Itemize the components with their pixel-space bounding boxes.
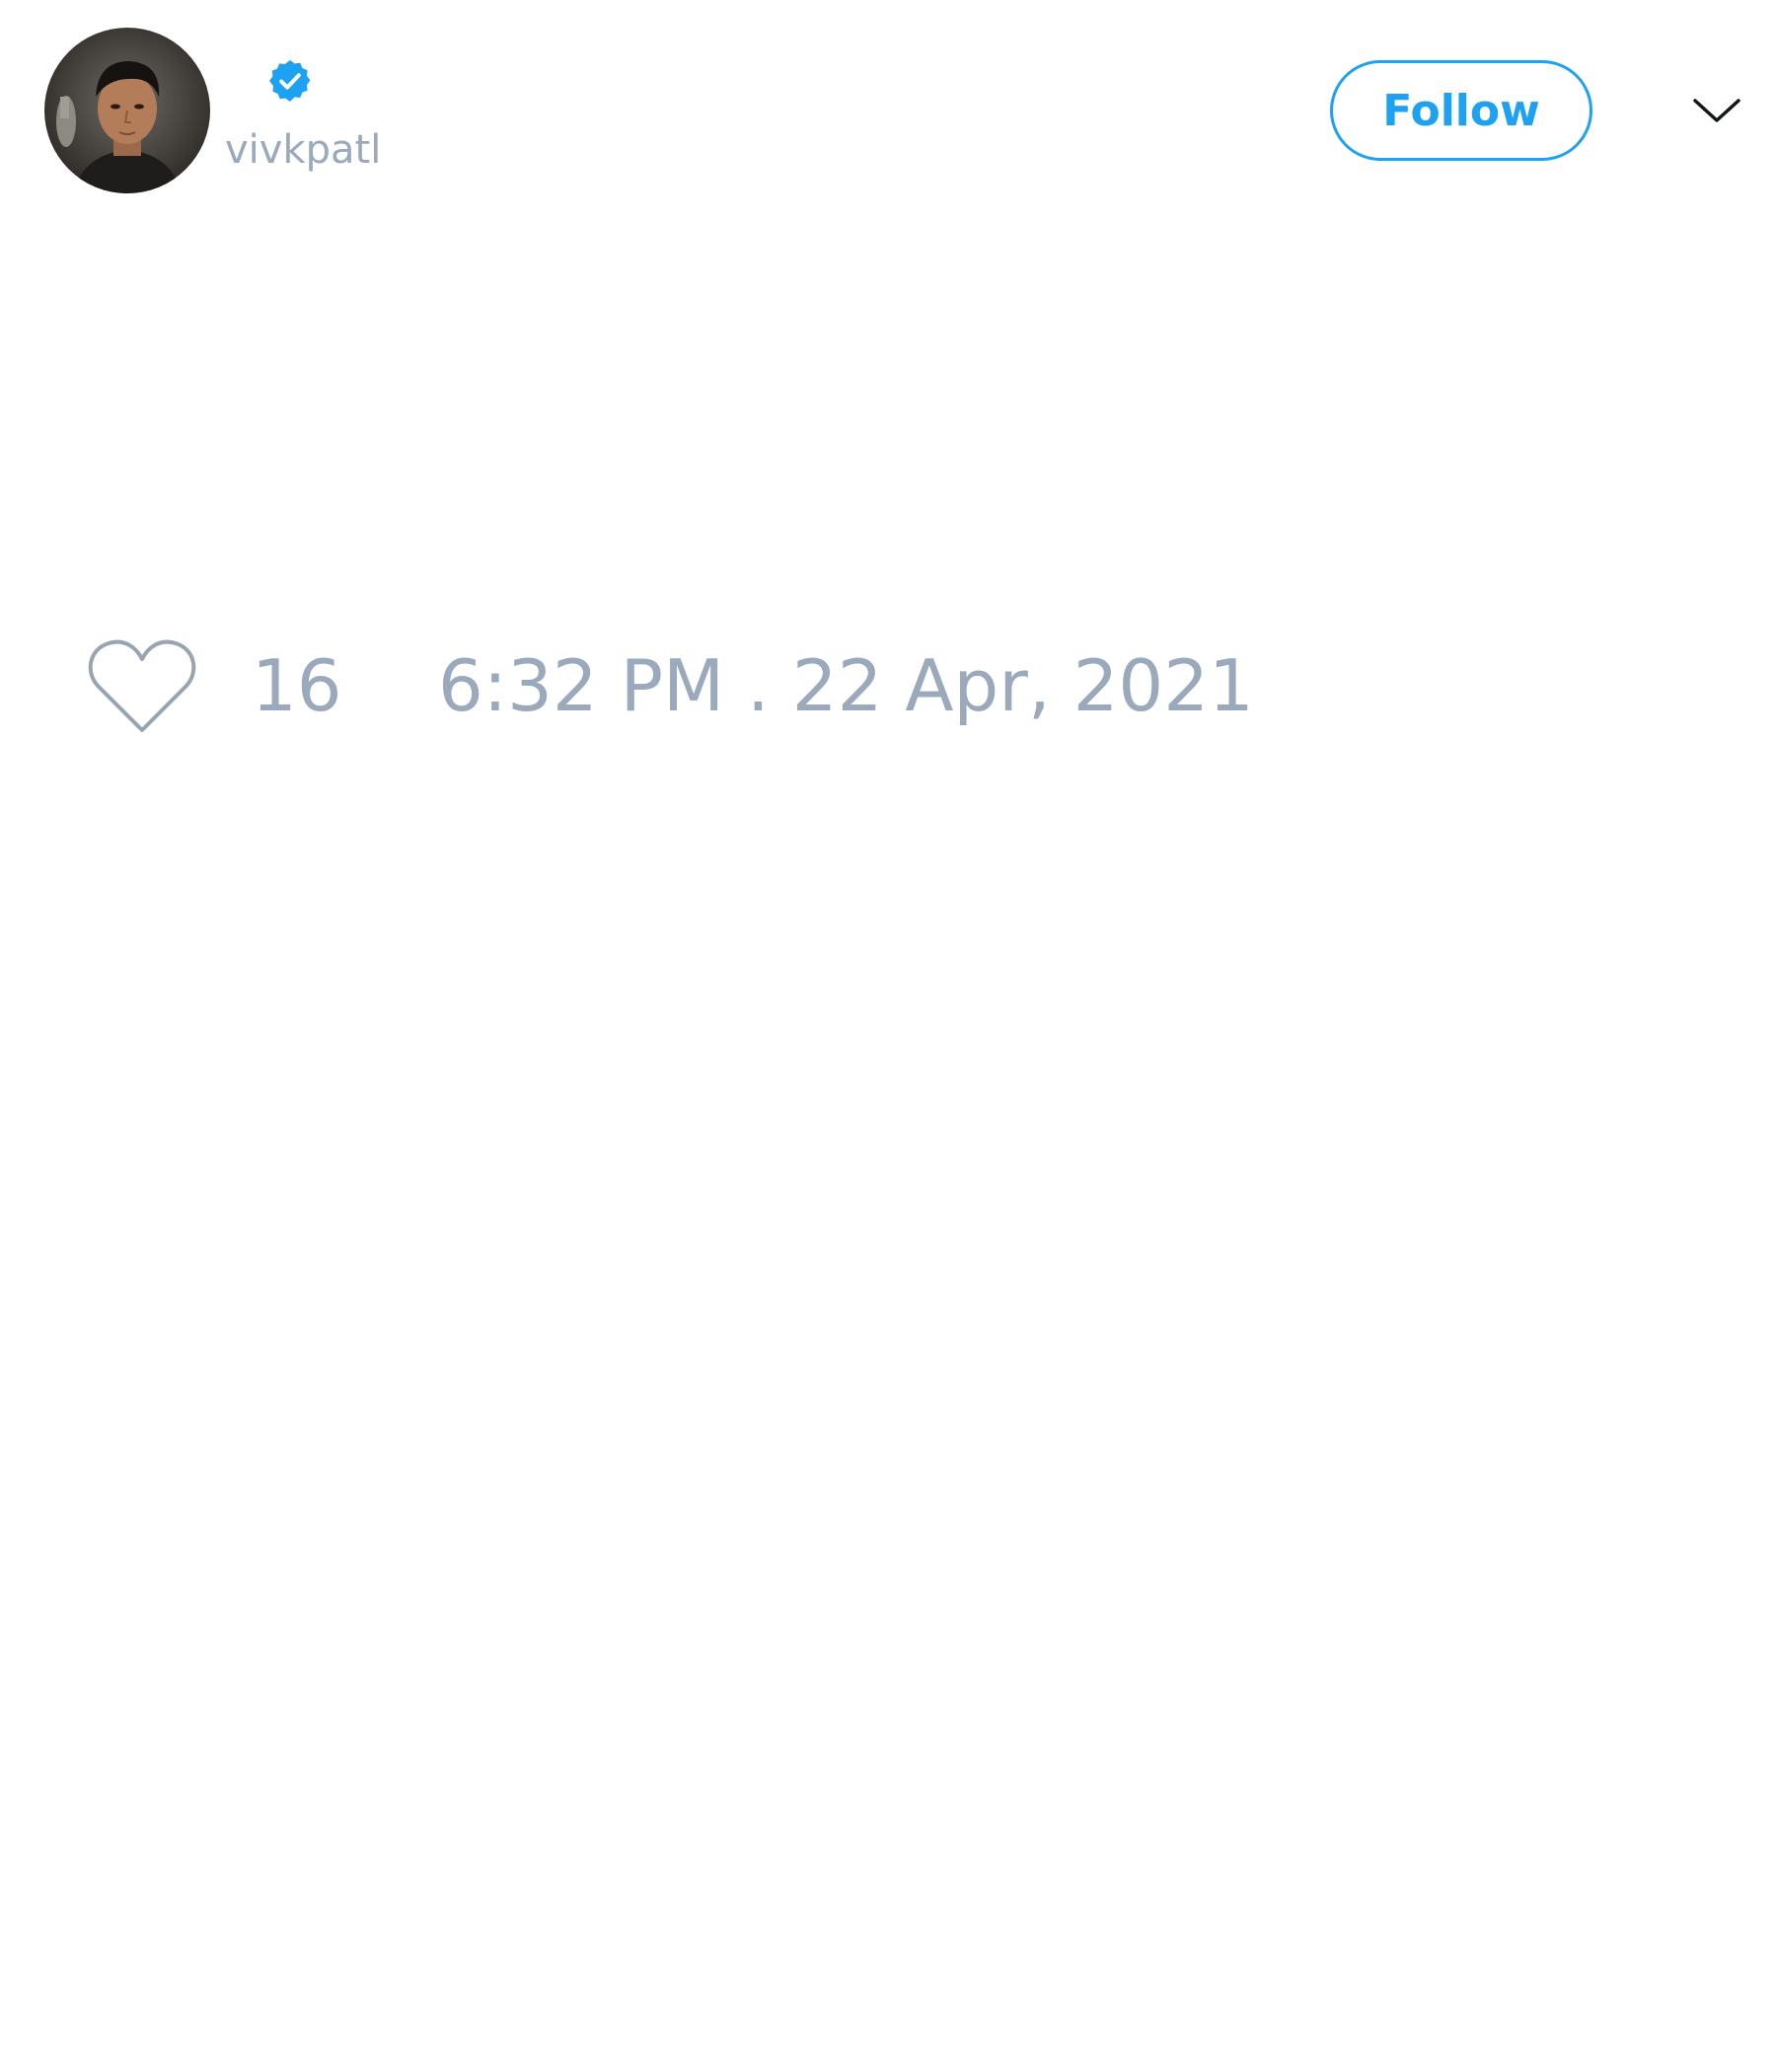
follow-button[interactable]: Follow — [1330, 60, 1592, 161]
chevron-down-icon[interactable] — [1689, 87, 1744, 134]
tweet-stats-row: 16 6:32 PM . 22 Apr, 2021 — [0, 612, 1776, 760]
tweet-timestamp[interactable]: 6:32 PM . 22 Apr, 2021 — [438, 643, 1254, 728]
avatar[interactable] — [44, 28, 210, 193]
author-username[interactable]: vivkpatl — [225, 126, 381, 174]
tweet-header: vivkpatl Follow — [0, 0, 1776, 217]
heart-outline-icon[interactable] — [87, 635, 197, 736]
verified-badge-icon — [269, 60, 311, 102]
like-count: 16 — [252, 644, 342, 727]
avatar-image — [44, 28, 210, 193]
